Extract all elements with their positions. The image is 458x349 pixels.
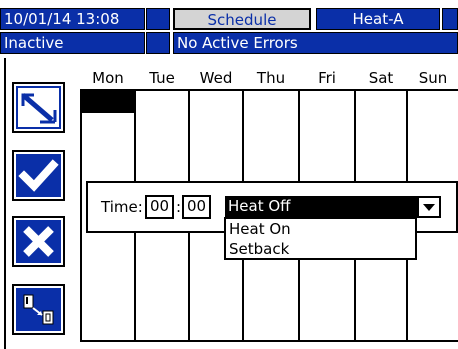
grid-bottom-line	[80, 340, 458, 342]
status-spacer-3	[146, 32, 170, 54]
status-spacer-1	[146, 8, 170, 30]
selected-cell-mon[interactable]	[82, 91, 134, 113]
confirm-button[interactable]	[12, 150, 65, 201]
left-frame-line	[4, 58, 6, 349]
edit-pen-icon	[16, 86, 61, 129]
day-header: Sat	[368, 69, 394, 87]
cancel-button[interactable]	[12, 216, 65, 267]
copy-schedule-icon	[23, 294, 54, 325]
mode-dropdown-selected[interactable]: Heat Off	[225, 196, 417, 218]
mode-dropdown-list: Heat On Setback	[224, 217, 417, 260]
x-cancel-icon	[23, 226, 54, 257]
time-label: Time:	[101, 198, 143, 216]
dropdown-option-setback[interactable]: Setback	[226, 239, 415, 259]
zone-tab[interactable]: Heat-A	[316, 8, 440, 30]
grid-top-line	[80, 89, 458, 91]
mode-dropdown-toggle[interactable]	[417, 196, 441, 218]
copy-schedule-button[interactable]	[12, 284, 65, 335]
grid-column-divider	[80, 89, 82, 342]
hour-field[interactable]: 00	[145, 195, 174, 219]
chevron-down-icon	[423, 204, 435, 211]
time-separator: :	[176, 198, 182, 216]
screen-title-tab[interactable]: Schedule	[173, 8, 311, 30]
datetime-display: 10/01/14 13:08	[0, 8, 145, 30]
checkmark-icon	[18, 159, 59, 192]
day-header: Fri	[318, 69, 336, 87]
day-header: Sun	[418, 69, 448, 87]
error-status: No Active Errors	[173, 32, 458, 54]
dropdown-option-heat-on[interactable]: Heat On	[226, 219, 415, 239]
day-header: Wed	[199, 69, 233, 87]
day-header: Thu	[256, 69, 286, 87]
edit-button[interactable]	[12, 82, 65, 133]
day-header: Mon	[92, 69, 124, 87]
status-spacer-2	[442, 8, 458, 30]
minute-field[interactable]: 00	[182, 195, 211, 219]
day-header: Tue	[149, 69, 175, 87]
system-state: Inactive	[0, 32, 145, 54]
